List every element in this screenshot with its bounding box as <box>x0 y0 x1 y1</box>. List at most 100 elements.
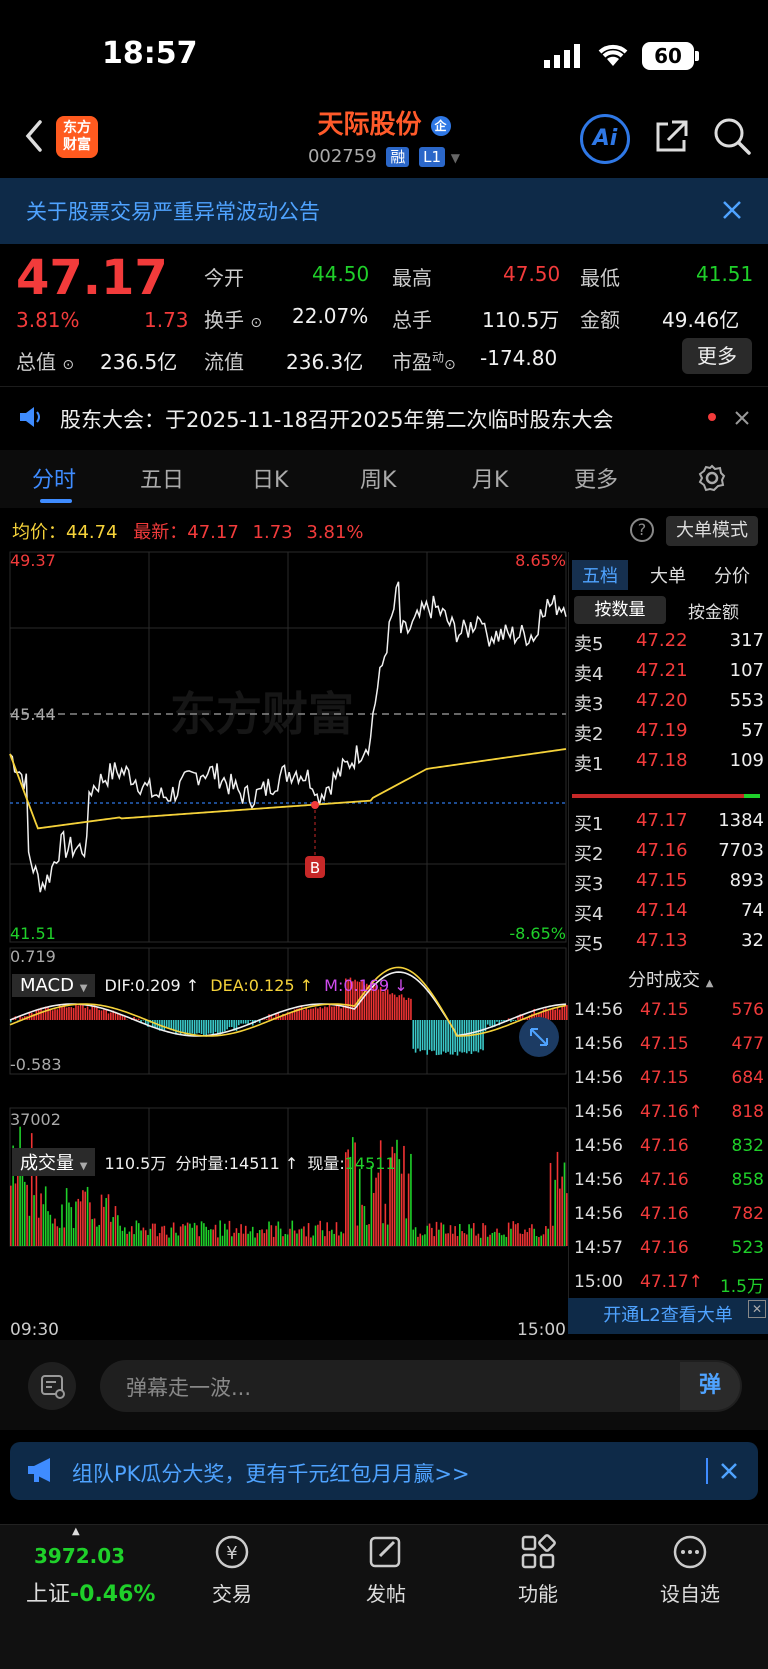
volume-selector[interactable]: 成交量 ▼ <box>12 1148 96 1176</box>
by-amount-button[interactable]: 按金额 <box>688 598 739 623</box>
post-icon[interactable] <box>336 1532 436 1576</box>
big-order-mode-button[interactable]: 大单模式 <box>666 516 758 546</box>
period-vol-value: 14511 ↑ <box>228 1154 299 1173</box>
index-row[interactable]: 上证-0.46% <box>26 1576 155 1608</box>
volume-bar <box>410 1153 412 1246</box>
macd-bar <box>393 994 396 1020</box>
close-icon[interactable] <box>722 200 742 224</box>
trade-price: 47.16 <box>640 1136 689 1156</box>
trade-time: 14:56 <box>574 1204 623 1224</box>
trade-price: 47.16↑ <box>640 1102 703 1122</box>
announcement-text[interactable]: 股东大会：于2025-11-18召开2025年第二次临时股东大会 <box>60 404 613 434</box>
intraday-chart[interactable]: 东方财富 B 49.37 8.65% 45.44 41.51 -8.65% 0.… <box>0 550 568 1340</box>
volume-bar <box>333 1233 335 1246</box>
tab-big-orders[interactable]: 大单 <box>650 562 686 588</box>
tab-monthly-k[interactable]: 月K <box>472 462 508 494</box>
trade-volume: 523 <box>731 1238 764 1258</box>
macd-bar <box>68 1006 70 1020</box>
trade-time: 14:57 <box>574 1238 623 1258</box>
bid-ask-divider <box>572 794 760 798</box>
amount-label: 金额 <box>580 308 620 332</box>
promo-text[interactable]: 组队PK瓜分大奖，更有千元红包月月赢>> <box>72 1458 470 1488</box>
macd-bar <box>331 1006 333 1020</box>
tab-more[interactable]: 更多 <box>574 462 618 494</box>
macd-bar <box>417 1020 419 1049</box>
macd-bar <box>342 1006 345 1020</box>
tabbar-item-watchlist[interactable]: 设自选 <box>640 1578 740 1607</box>
volume-bar <box>126 1233 128 1246</box>
tab-intraday[interactable]: 分时 <box>32 462 76 494</box>
macd-selector[interactable]: MACD ▼ <box>12 974 96 997</box>
danmu-settings-icon[interactable] <box>28 1362 76 1410</box>
volume-bar <box>214 1224 217 1246</box>
macd-bar <box>93 1005 96 1020</box>
macd-bar <box>412 1020 415 1049</box>
macd-bar <box>424 1020 426 1051</box>
tab-five-levels[interactable]: 五档 <box>572 560 628 590</box>
tab-daily-k[interactable]: 日K <box>252 462 288 494</box>
trade-volume: 684 <box>731 1068 764 1088</box>
macd-bar <box>214 1020 217 1032</box>
caret-up-icon: ▲ <box>705 978 714 989</box>
function-icon[interactable] <box>488 1532 588 1576</box>
macd-bar <box>512 1020 515 1021</box>
volume-bar <box>193 1222 196 1246</box>
volume-bar <box>286 1234 289 1246</box>
tab-weekly-k[interactable]: 周K <box>360 462 396 494</box>
more-button[interactable]: 更多 <box>682 338 752 374</box>
tabbar-item-post[interactable]: 发帖 <box>336 1578 436 1607</box>
by-quantity-button[interactable]: 按数量 <box>574 596 666 624</box>
close-icon[interactable] <box>720 1462 738 1484</box>
trade-price: 47.16 <box>640 1204 689 1224</box>
macd-bar <box>47 1006 49 1020</box>
tab-price-dist[interactable]: 分价 <box>714 562 750 588</box>
share-icon[interactable] <box>652 118 690 160</box>
volume-bar <box>212 1229 214 1246</box>
trades-title[interactable]: 分时成交 ▲ <box>628 966 713 992</box>
volume-bar <box>240 1224 242 1246</box>
macd-bar <box>35 1010 38 1020</box>
dea-label: DEA: <box>210 976 249 995</box>
volume-bar <box>26 1184 28 1246</box>
volume-bar <box>114 1206 117 1246</box>
search-icon[interactable] <box>712 116 752 160</box>
gear-icon[interactable] <box>698 464 726 496</box>
danmu-send-button[interactable]: 弹 <box>680 1362 740 1410</box>
volume-bar <box>424 1234 426 1246</box>
unread-dot <box>708 413 716 421</box>
level-price: 47.19 <box>636 720 688 741</box>
watchlist-icon[interactable] <box>640 1532 740 1576</box>
l2-banner[interactable]: 开通L2查看大单 <box>568 1298 768 1334</box>
volume-bar <box>317 1224 319 1246</box>
trade-volume: 832 <box>731 1136 764 1156</box>
tabbar-item-trade[interactable]: 交易 <box>182 1578 282 1607</box>
level-volume: 107 <box>729 660 764 681</box>
macd-bar <box>105 1010 107 1020</box>
volume-bar <box>524 1229 526 1246</box>
volume-bar <box>491 1232 494 1246</box>
close-icon[interactable]: ✕ <box>748 1300 766 1318</box>
tab-five-day[interactable]: 五日 <box>140 462 184 494</box>
notice-text[interactable]: 关于股票交易严重异常波动公告 <box>26 196 320 226</box>
volume-bar <box>261 1229 263 1246</box>
volume-bar <box>268 1221 270 1246</box>
volume-bar <box>365 1224 368 1246</box>
tabbar-item-function[interactable]: 功能 <box>488 1578 588 1607</box>
volume-bar <box>121 1230 124 1246</box>
macd-bar <box>54 1009 56 1020</box>
trade-icon[interactable]: ¥ <box>182 1532 282 1576</box>
macd-bar <box>563 1005 566 1020</box>
macd-bar <box>75 1003 77 1020</box>
marker-dot <box>311 801 319 809</box>
volume-bar <box>272 1236 275 1246</box>
status-time: 18:57 <box>102 36 198 71</box>
level-volume: 74 <box>741 900 764 921</box>
volume-bar <box>177 1235 180 1246</box>
help-icon[interactable]: ? <box>630 518 654 542</box>
ai-button[interactable]: Ai <box>580 114 630 164</box>
caret-down-icon: ▼ <box>79 983 88 994</box>
volume-bar <box>321 1230 324 1246</box>
close-icon[interactable] <box>734 410 750 430</box>
volume-bar <box>14 1183 17 1246</box>
index-value[interactable]: 3972.03 <box>34 1544 125 1568</box>
